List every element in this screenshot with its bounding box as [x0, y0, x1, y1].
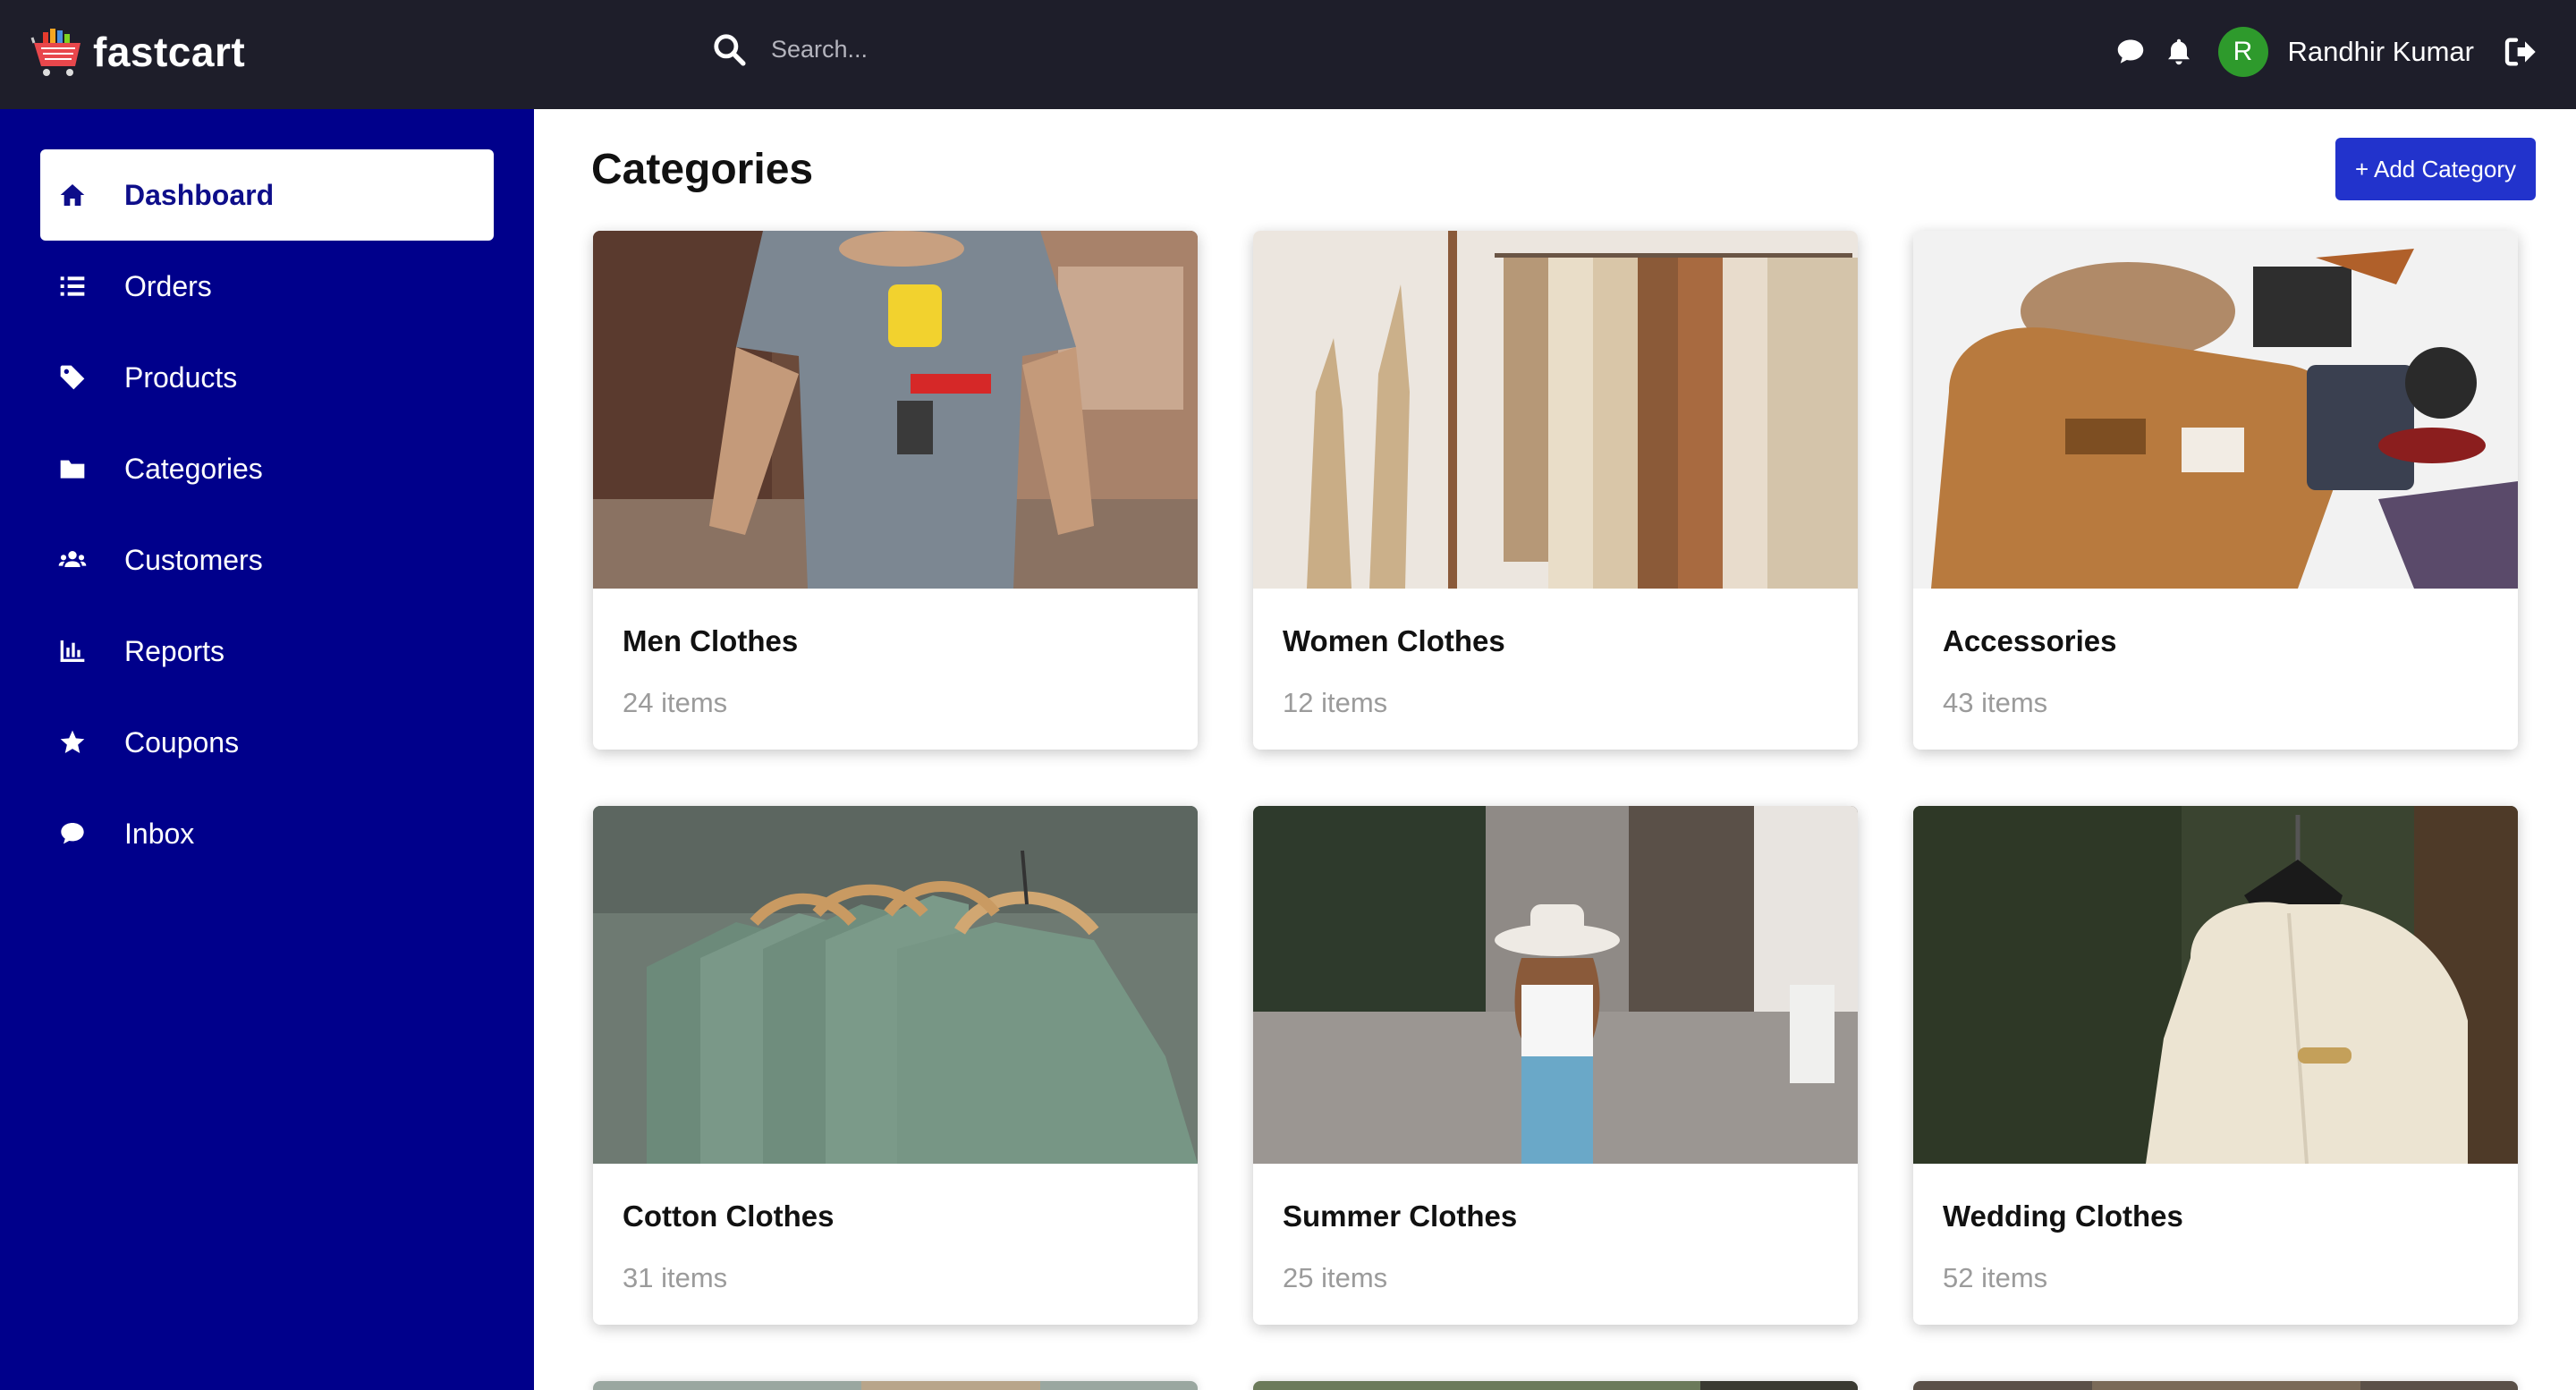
sidebar-item-label: Orders	[124, 269, 212, 302]
category-image	[593, 231, 1198, 589]
category-card-partial[interactable]	[1913, 1381, 2518, 1390]
category-card-cotton-clothes[interactable]: Cotton Clothes 31 items	[593, 806, 1198, 1325]
category-item-count: 43 items	[1943, 687, 2048, 718]
sidebar-item-label: Reports	[124, 634, 225, 667]
user-area: R Randhir Kumar	[2114, 27, 2538, 77]
category-name: Women Clothes	[1283, 624, 1505, 657]
avatar[interactable]: R	[2217, 27, 2268, 77]
sidebar-item-label: Coupons	[124, 725, 240, 759]
category-card-wedding-clothes[interactable]: Wedding Clothes 52 items	[1913, 806, 2518, 1325]
category-image	[1253, 806, 1858, 1164]
category-name: Summer Clothes	[1283, 1199, 1518, 1233]
list-icon	[56, 270, 89, 302]
category-card-women-clothes[interactable]: Women Clothes 12 items	[1253, 231, 1858, 750]
category-image	[1913, 1381, 2518, 1390]
sidebar-item-label: Products	[124, 360, 238, 394]
sidebar-item-products[interactable]: Products	[40, 332, 494, 423]
search-input[interactable]	[771, 35, 1308, 64]
sidebar-item-categories[interactable]: Categories	[40, 423, 494, 514]
add-category-button[interactable]: + Add Category	[2335, 138, 2536, 200]
sidebar-item-label: Customers	[124, 543, 263, 576]
sidebar-item-label: Dashboard	[124, 178, 275, 211]
shopping-basket-icon	[30, 29, 80, 76]
category-card-men-clothes[interactable]: Men Clothes 24 items	[593, 231, 1198, 750]
folder-icon	[56, 453, 89, 485]
category-item-count: 12 items	[1283, 687, 1388, 718]
users-icon	[56, 544, 89, 576]
sidebar-item-label: Categories	[124, 452, 263, 485]
category-card-partial[interactable]	[593, 1381, 1198, 1390]
home-icon	[56, 179, 89, 211]
category-name: Accessories	[1943, 624, 2117, 657]
logout-icon[interactable]	[2503, 34, 2538, 70]
chart-bar-icon	[56, 635, 89, 667]
category-image	[593, 1381, 1198, 1390]
sidebar-item-customers[interactable]: Customers	[40, 514, 494, 606]
tag-icon	[56, 361, 89, 394]
category-image	[1253, 231, 1858, 589]
category-card-summer-clothes[interactable]: Summer Clothes 25 items	[1253, 806, 1858, 1325]
category-image	[593, 806, 1198, 1164]
star-icon	[56, 726, 89, 759]
category-image	[1253, 1381, 1858, 1390]
search-bar	[712, 32, 1308, 66]
category-image	[1913, 806, 2518, 1164]
search-icon[interactable]	[712, 32, 746, 66]
user-name[interactable]: Randhir Kumar	[2288, 36, 2474, 68]
brand-name: fastcart	[93, 29, 246, 75]
brand-logo[interactable]: fastcart	[30, 25, 245, 79]
category-item-count: 24 items	[623, 687, 728, 718]
sidebar-item-orders[interactable]: Orders	[40, 241, 494, 332]
category-item-count: 25 items	[1283, 1262, 1388, 1293]
sidebar-item-dashboard[interactable]: Dashboard	[40, 149, 494, 241]
page-title: Categories	[591, 146, 814, 193]
category-item-count: 52 items	[1943, 1262, 2048, 1293]
bell-icon[interactable]	[2163, 36, 2195, 68]
category-item-count: 31 items	[623, 1262, 728, 1293]
category-image	[1913, 231, 2518, 589]
category-card-partial[interactable]	[1253, 1381, 1858, 1390]
sidebar: Dashboard Orders Products Categories Cus…	[0, 109, 534, 1390]
sidebar-item-inbox[interactable]: Inbox	[40, 788, 494, 879]
category-name: Cotton Clothes	[623, 1199, 835, 1233]
sidebar-item-coupons[interactable]: Coupons	[40, 697, 494, 788]
category-card-accessories[interactable]: Accessories 43 items	[1913, 231, 2518, 750]
main-content: Categories + Add Category Men Clothes 24…	[534, 109, 2576, 1390]
chat-bubble-icon	[56, 818, 89, 850]
category-name: Men Clothes	[623, 624, 799, 657]
sidebar-item-reports[interactable]: Reports	[40, 606, 494, 697]
category-name: Wedding Clothes	[1943, 1199, 2183, 1233]
top-bar: fastcart R Randhir Kumar	[0, 0, 2576, 109]
messages-icon[interactable]	[2114, 36, 2147, 68]
sidebar-item-label: Inbox	[124, 817, 195, 850]
